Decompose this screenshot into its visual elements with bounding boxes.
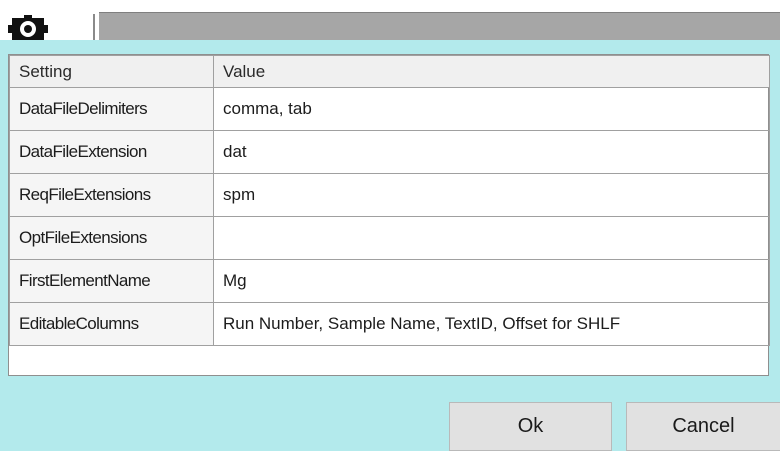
table-row[interactable]: ReqFileExtensions spm <box>9 173 770 217</box>
table-row[interactable]: DataFileDelimiters comma, tab <box>9 87 770 131</box>
table-row[interactable]: FirstElementName Mg <box>9 259 770 303</box>
setting-cell[interactable]: ReqFileExtensions <box>9 173 214 217</box>
toolbar <box>0 0 780 43</box>
toolbar-strip <box>99 12 780 41</box>
column-header-setting[interactable]: Setting <box>9 55 214 88</box>
table-row[interactable]: EditableColumns Run Number, Sample Name,… <box>9 302 770 346</box>
toolbar-separator <box>93 14 95 40</box>
ok-button[interactable]: Ok <box>449 402 612 451</box>
value-cell[interactable]: Run Number, Sample Name, TextID, Offset … <box>213 302 770 346</box>
settings-grid[interactable]: Setting Value DataFileDelimiters comma, … <box>8 54 770 376</box>
setting-cell[interactable]: DataFileExtension <box>9 130 214 174</box>
settings-panel: Setting Value DataFileDelimiters comma, … <box>0 40 780 451</box>
setting-cell[interactable]: DataFileDelimiters <box>9 87 214 131</box>
settings-table: Setting Value DataFileDelimiters comma, … <box>9 55 770 346</box>
value-cell[interactable] <box>213 216 770 260</box>
header-row: Setting Value <box>9 55 770 88</box>
value-cell[interactable]: spm <box>213 173 770 217</box>
gear-icon[interactable] <box>8 15 50 43</box>
value-cell[interactable]: comma, tab <box>213 87 770 131</box>
setting-cell[interactable]: EditableColumns <box>9 302 214 346</box>
table-row[interactable]: OptFileExtensions <box>9 216 770 260</box>
value-cell[interactable]: Mg <box>213 259 770 303</box>
table-row[interactable]: DataFileExtension dat <box>9 130 770 174</box>
column-header-value[interactable]: Value <box>213 55 770 88</box>
value-cell[interactable]: dat <box>213 130 770 174</box>
setting-cell[interactable]: OptFileExtensions <box>9 216 214 260</box>
cancel-button[interactable]: Cancel <box>626 402 780 451</box>
setting-cell[interactable]: FirstElementName <box>9 259 214 303</box>
